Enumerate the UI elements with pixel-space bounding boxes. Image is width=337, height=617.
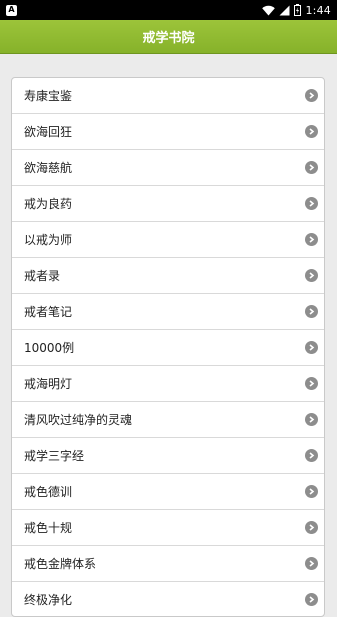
chevron-right-icon [305,125,318,138]
chevron-right-icon [305,305,318,318]
chevron-right-icon [305,161,318,174]
list-item-label: 戒海明灯 [24,377,73,391]
menu-list: 寿康宝鉴 欲海回狂 欲海慈航 戒为良药 以戒为师 戒者录 戒者笔记 10000例… [11,77,325,617]
chevron-right-icon [305,197,318,210]
chevron-right-icon [305,269,318,282]
chevron-right-icon [305,557,318,570]
list-item[interactable]: 戒色金牌体系 [12,546,324,582]
list-item[interactable]: 寿康宝鉴 [12,78,324,114]
list-item-label: 戒学三字经 [24,449,85,463]
list-item[interactable]: 戒色德训 [12,474,324,510]
chevron-right-icon [305,89,318,102]
list-item[interactable]: 戒者笔记 [12,294,324,330]
app-header: 戒学书院 [0,20,337,54]
list-item-label: 戒色十规 [24,521,73,535]
chevron-right-icon [305,521,318,534]
chevron-right-icon [305,413,318,426]
wifi-icon [262,5,276,16]
chevron-right-icon [305,485,318,498]
list-item[interactable]: 戒海明灯 [12,366,324,402]
list-item[interactable]: 戒为良药 [12,186,324,222]
chevron-right-icon [305,233,318,246]
list-item-label: 清风吹过纯净的灵魂 [24,413,133,427]
app-notification-icon: A [6,4,17,16]
chevron-right-icon [305,449,318,462]
status-right: 1:44 [262,4,331,17]
status-left: A [6,4,17,16]
list-item[interactable]: 10000例 [12,330,324,366]
list-item[interactable]: 欲海慈航 [12,150,324,186]
page-title: 戒学书院 [142,31,195,46]
chevron-right-icon [305,377,318,390]
list-item[interactable]: 清风吹过纯净的灵魂 [12,402,324,438]
list-item-label: 戒者录 [24,269,61,283]
list-item-label: 戒为良药 [24,197,73,211]
list-item-label: 欲海回狂 [24,125,73,139]
list-item[interactable]: 戒色十规 [12,510,324,546]
status-time: 1:44 [305,3,331,17]
list-item-label: 戒色金牌体系 [24,557,97,571]
list-item-label: 戒色德训 [24,485,73,499]
list-item-label: 10000例 [24,341,75,355]
list-item-label: 戒者笔记 [24,305,73,319]
list-item[interactable]: 戒者录 [12,258,324,294]
signal-icon [279,5,290,16]
chevron-right-icon [305,341,318,354]
list-item[interactable]: 戒学三字经 [12,438,324,474]
list-item-label: 以戒为师 [24,233,73,247]
list-item-label: 欲海慈航 [24,161,73,175]
list-item[interactable]: 欲海回狂 [12,114,324,150]
list-item-label: 寿康宝鉴 [24,89,73,103]
list-item[interactable]: 以戒为师 [12,222,324,258]
status-bar: A 1:44 [0,0,337,20]
battery-icon [294,4,302,16]
